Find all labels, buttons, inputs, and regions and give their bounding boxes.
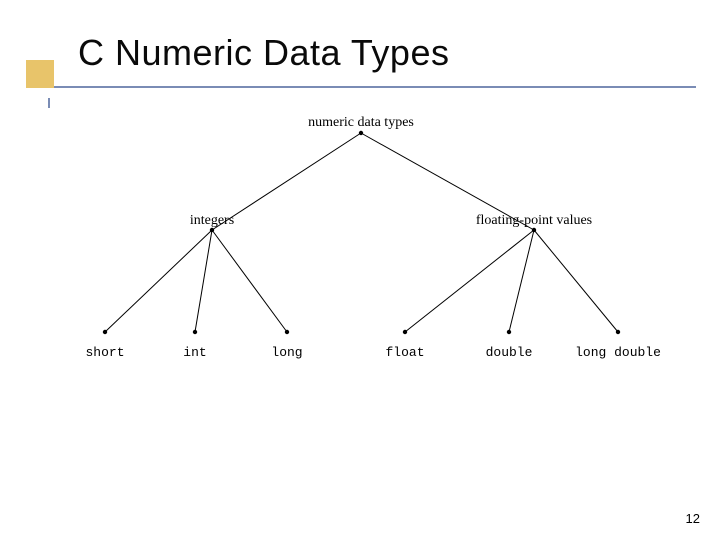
leaf-int: int bbox=[183, 345, 206, 360]
leaf-long: long bbox=[271, 345, 302, 360]
leaf-float: float bbox=[385, 345, 424, 360]
leaf-long-double: long double bbox=[575, 345, 661, 360]
slide-title: C Numeric Data Types bbox=[78, 32, 449, 74]
node-integers: integers bbox=[190, 213, 234, 229]
tree-diagram bbox=[0, 0, 720, 540]
accent-square-icon bbox=[26, 60, 54, 88]
slide: C Numeric Data Types numeric data types i… bbox=[0, 0, 720, 540]
leaf-double: double bbox=[486, 345, 533, 360]
node-floats: floating-point values bbox=[476, 213, 592, 229]
leaf-short: short bbox=[85, 345, 124, 360]
page-number: 12 bbox=[686, 511, 700, 526]
root-label: numeric data types bbox=[308, 115, 414, 131]
